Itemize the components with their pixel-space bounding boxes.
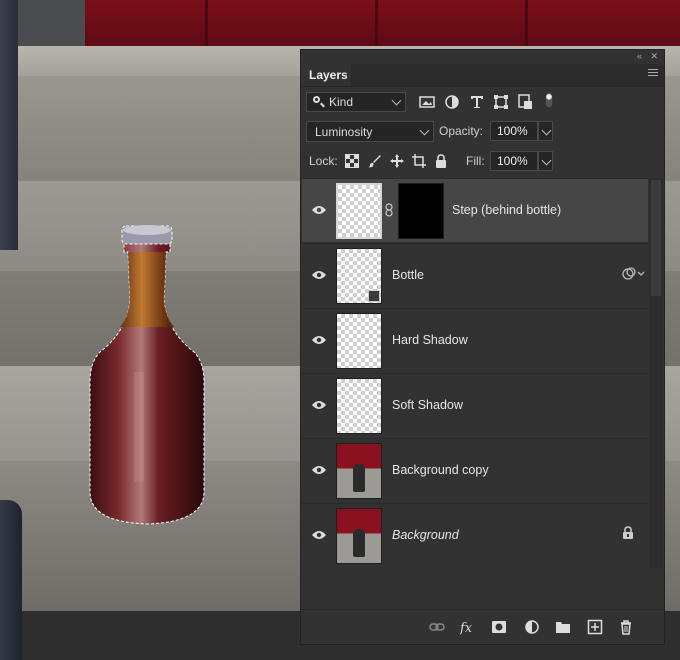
visibility-eye-icon[interactable] — [312, 335, 326, 345]
person-leg — [0, 0, 18, 250]
layer-thumbnail[interactable] — [336, 378, 382, 434]
layer-name[interactable]: Step (behind bottle) — [452, 203, 561, 217]
blend-mode-value: Luminosity — [315, 125, 373, 139]
fill-label: Fill: — [466, 154, 485, 168]
link-layers-icon[interactable] — [429, 619, 445, 635]
search-icon — [313, 96, 320, 103]
lock-label: Lock: — [309, 154, 338, 168]
kind-filter-select[interactable]: Kind — [306, 92, 406, 112]
layer-name[interactable]: Hard Shadow — [392, 333, 468, 347]
blend-row: Luminosity Opacity: 100% — [301, 120, 664, 144]
adjustment-layer-icon[interactable] — [524, 619, 540, 635]
visibility-eye-icon[interactable] — [312, 205, 326, 215]
panel-menu-icon[interactable] — [648, 69, 658, 78]
svg-text:fx: fx — [460, 621, 473, 635]
lock-transparent-icon[interactable] — [345, 154, 359, 168]
layer-row[interactable]: Background — [302, 503, 648, 567]
add-mask-icon[interactable] — [491, 619, 507, 635]
new-layer-icon[interactable] — [587, 619, 603, 635]
opacity-label: Opacity: — [439, 124, 484, 138]
layer-row[interactable]: Bottle — [302, 243, 648, 307]
panel-title-bar[interactable]: « ✕ — [301, 50, 664, 64]
layer-name[interactable]: Background copy — [392, 463, 489, 477]
chevron-down-icon — [541, 125, 552, 136]
filter-row: Kind — [301, 90, 664, 116]
layer-thumbnail[interactable] — [336, 248, 382, 304]
red-door — [85, 0, 680, 49]
blend-mode-select[interactable]: Luminosity — [306, 121, 434, 142]
layer-row[interactable]: Background copy — [302, 438, 648, 502]
lock-row: Lock: Fill: 100% — [301, 150, 664, 174]
beer-bottle — [89, 225, 205, 525]
layer-row[interactable]: Hard Shadow — [302, 308, 648, 372]
visibility-eye-icon[interactable] — [312, 465, 326, 475]
layer-thumbnail[interactable] — [336, 183, 382, 239]
lock-all-icon[interactable] — [434, 154, 448, 168]
shape-filter-icon[interactable] — [493, 94, 509, 110]
smart-object-filter-icon[interactable] — [517, 94, 533, 110]
type-filter-icon[interactable] — [469, 94, 485, 110]
lock-paint-icon[interactable] — [368, 154, 382, 168]
fx-icon[interactable]: fx — [460, 619, 476, 635]
close-icon[interactable]: ✕ — [650, 51, 658, 61]
layer-effects-icon[interactable] — [622, 266, 646, 282]
layer-thumbnail[interactable] — [336, 443, 382, 499]
image-filter-icon[interactable] — [419, 94, 435, 110]
filter-toggle-icon[interactable] — [541, 92, 557, 108]
layer-name[interactable]: Background — [392, 528, 459, 542]
chevron-down-icon — [391, 95, 402, 106]
opacity-input[interactable]: 100% — [490, 121, 538, 141]
opacity-slider-button[interactable] — [538, 121, 553, 141]
person-knee — [0, 500, 22, 660]
scrollbar-thumb[interactable] — [651, 180, 661, 296]
layers-list: Step (behind bottle) Bottle Hard Shadow … — [302, 178, 648, 568]
chevron-down-icon — [419, 125, 430, 136]
person-figure — [353, 529, 365, 557]
kind-label: Kind — [329, 95, 354, 109]
collapse-icon[interactable]: « — [637, 51, 642, 61]
layers-scrollbar[interactable] — [649, 178, 663, 568]
layers-panel: « ✕ Layers Kind Luminosity Opacity: 100% — [300, 49, 665, 645]
layer-mask-thumbnail[interactable] — [398, 183, 444, 239]
layer-thumbnail[interactable] — [336, 508, 382, 564]
mask-link-icon[interactable] — [385, 203, 393, 217]
layers-bottom-toolbar: fx — [301, 609, 664, 644]
fill-input[interactable]: 100% — [490, 151, 538, 171]
panel-tabs: Layers — [301, 64, 664, 87]
smart-object-icon — [368, 290, 380, 302]
lock-artboard-icon[interactable] — [412, 154, 426, 168]
visibility-eye-icon[interactable] — [312, 400, 326, 410]
new-group-icon[interactable] — [555, 619, 571, 635]
layer-row[interactable]: Step (behind bottle) — [302, 178, 648, 242]
layer-row[interactable]: Soft Shadow — [302, 373, 648, 437]
chevron-down-icon — [541, 155, 552, 166]
layer-thumbnail[interactable] — [336, 313, 382, 369]
person-figure — [353, 464, 365, 492]
layer-name[interactable]: Soft Shadow — [392, 398, 463, 412]
visibility-eye-icon[interactable] — [312, 270, 326, 280]
tab-layers[interactable]: Layers — [301, 64, 351, 86]
fill-slider-button[interactable] — [538, 151, 553, 171]
lock-icon — [623, 526, 633, 539]
lock-position-icon[interactable] — [390, 154, 404, 168]
delete-icon[interactable] — [618, 619, 634, 635]
visibility-eye-icon[interactable] — [312, 530, 326, 540]
adjustment-filter-icon[interactable] — [444, 94, 460, 110]
layer-name[interactable]: Bottle — [392, 268, 424, 282]
